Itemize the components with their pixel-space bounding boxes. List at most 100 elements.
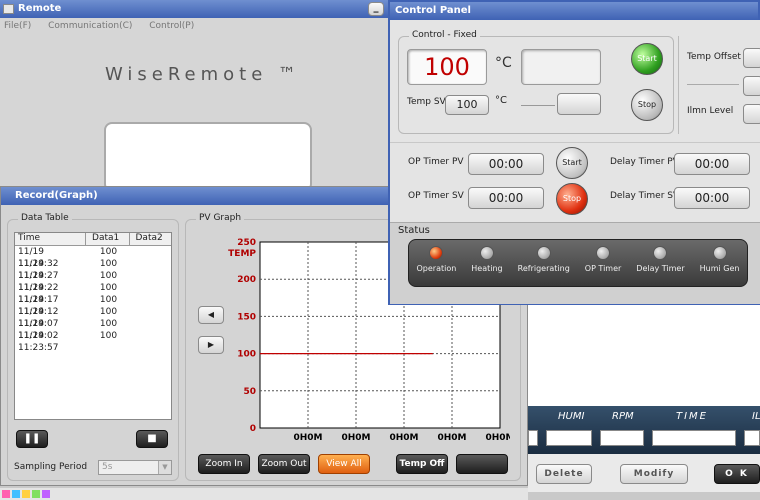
time-column-label: TIME xyxy=(676,411,709,422)
menu-file[interactable]: File(F) xyxy=(4,21,31,31)
ilmn-level-input[interactable] xyxy=(743,104,760,124)
sampling-period-select[interactable]: 5s ▼ xyxy=(98,460,172,475)
remote-window: Remote _ File(F) Communication(C) Contro… xyxy=(0,0,390,192)
remote-menu-bar: File(F) Communication(C) Control(P) xyxy=(0,18,390,34)
delete-button[interactable]: Delete xyxy=(536,464,592,484)
status-items: Operation Heating Refrigerating OP Timer Del… xyxy=(409,240,747,273)
table-cell: 100 xyxy=(99,271,118,281)
zoom-out-button[interactable]: Zoom Out xyxy=(258,454,310,474)
table-cell: 100 xyxy=(99,247,118,257)
aux-display xyxy=(521,49,601,85)
temp-sv-set-button[interactable] xyxy=(557,93,601,115)
temp-offset-label: Temp Offset xyxy=(687,52,741,62)
x-tick-label: 0H0M xyxy=(341,433,370,443)
table-row[interactable]: 11/19 11:24:27 100 xyxy=(15,258,171,281)
zoom-in-button[interactable]: Zoom In xyxy=(198,454,250,474)
status-section: Status Operation Heating Refrigerating OP T… xyxy=(390,222,760,304)
stop-button[interactable]: Stop xyxy=(631,89,663,121)
status-bar: Operation Heating Refrigerating OP Timer Del… xyxy=(408,239,748,287)
sampling-period-label: Sampling Period xyxy=(14,462,88,472)
rpm-column-label: RPM xyxy=(612,411,634,422)
ilmn-level-label: Ilmn Level xyxy=(687,106,734,116)
table-cell xyxy=(129,294,171,306)
data-table-group: Data Table Time Data1 Data2 11/19 11:24:… xyxy=(7,213,179,481)
menu-control[interactable]: Control(P) xyxy=(149,21,194,31)
blank-graph-button[interactable] xyxy=(456,454,508,474)
temp-sv-input[interactable]: 100 xyxy=(445,95,489,115)
table-cell: 11/19 11:23:57 xyxy=(18,331,59,353)
table-cell xyxy=(129,306,171,318)
column-time[interactable]: Time xyxy=(15,233,87,245)
column-data1[interactable]: Data1 xyxy=(86,233,130,245)
table-row[interactable]: 11/19 11:24:32 100 xyxy=(15,246,171,269)
offset-divider xyxy=(687,84,739,85)
table-cell xyxy=(129,282,171,294)
delay-timer-sv-label: Delay Timer SV xyxy=(610,191,680,201)
status-item: Heating xyxy=(471,246,503,273)
op-timer-start-button[interactable]: Start xyxy=(556,147,588,179)
temp-offset-input[interactable] xyxy=(743,48,760,68)
remote-title: Remote xyxy=(18,3,62,14)
data-entry-actions: Delete Modify O K xyxy=(528,454,760,492)
start-button[interactable]: Start xyxy=(631,43,663,75)
view-all-button[interactable]: View All xyxy=(318,454,370,474)
status-item: Operation xyxy=(416,246,456,273)
table-row[interactable]: 11/19 11:24:17 100 xyxy=(15,282,171,305)
offset-group: Temp Offset Ilmn Level xyxy=(678,36,760,134)
op-timer-sv-input[interactable]: 00:00 xyxy=(468,187,544,209)
palette-swatch xyxy=(2,490,10,498)
pv-value: 100 xyxy=(424,53,470,81)
pv-unit: °C xyxy=(495,55,512,71)
table-cell: 11/19 11:24:32 xyxy=(18,247,59,269)
table-row[interactable]: 11/19 11:24:02 100 xyxy=(15,318,171,341)
table-cell: 11/19 11:24:22 xyxy=(18,271,59,293)
table-header: Time Data1 Data2 xyxy=(15,233,171,246)
table-cell xyxy=(129,318,171,330)
humi-field[interactable] xyxy=(546,430,592,446)
palette-swatch xyxy=(22,490,30,498)
delay-timer-pv-display: 00:00 xyxy=(674,153,750,175)
palette-swatch xyxy=(42,490,50,498)
delay-timer-sv-input[interactable]: 00:00 xyxy=(674,187,750,209)
table-row[interactable]: 11/19 11:24:12 100 xyxy=(15,294,171,317)
minimize-button[interactable]: _ xyxy=(368,2,384,16)
data-table[interactable]: Time Data1 Data2 11/19 11:24:32 100 11/19 … xyxy=(14,232,172,420)
y-tick-label: 150 xyxy=(237,312,256,322)
offset-aux-input[interactable] xyxy=(743,76,760,96)
table-cell: 11/19 11:24:07 xyxy=(18,307,59,329)
table-row[interactable]: 11/19 11:24:07 100 xyxy=(15,306,171,329)
y-tick-label: 250 xyxy=(237,238,256,248)
temp-sv-unit: °C xyxy=(495,95,507,106)
op-timer-pv-display: 00:00 xyxy=(468,153,544,175)
rpm-field[interactable] xyxy=(600,430,644,446)
op-timer-stop-button[interactable]: Stop xyxy=(556,183,588,215)
ok-button[interactable]: O K xyxy=(714,464,760,484)
table-row[interactable]: 11/19 11:24:22 100 xyxy=(15,270,171,293)
temp-off-button[interactable]: Temp Off xyxy=(396,454,448,474)
control-upper-area: Control - Fixed 100 °C Temp SV 100 °C St… xyxy=(390,20,760,222)
pause-button[interactable]: ❚❚ xyxy=(16,430,48,448)
table-cell: 11/19 11:24:12 xyxy=(18,295,59,317)
status-item-label: OP Timer xyxy=(584,264,622,273)
data-table-label: Data Table xyxy=(18,213,72,223)
delay-timer-pv-label: Delay Timer PV xyxy=(610,157,679,167)
status-item-label: Operation xyxy=(416,264,457,273)
table-row[interactable]: 11/19 11:23:57 100 xyxy=(15,330,171,353)
column-data2[interactable]: Data2 xyxy=(130,233,171,245)
il-field[interactable] xyxy=(744,430,760,446)
menu-communication[interactable]: Communication(C) xyxy=(48,21,132,31)
humi-field-left[interactable] xyxy=(528,430,538,446)
status-item: Refrigerating xyxy=(518,246,570,273)
time-field[interactable] xyxy=(652,430,736,446)
status-label: Status xyxy=(398,225,430,236)
status-led-icon xyxy=(653,246,668,260)
humi-column-label: HUMI xyxy=(558,411,585,422)
control-panel-window: Control Panel Control - Fixed 100 °C Tem… xyxy=(388,0,760,305)
status-item: OP Timer xyxy=(584,246,622,273)
status-item-label: Humi Gen xyxy=(699,264,740,273)
status-item: Delay Timer xyxy=(636,246,685,273)
y-tick-label: 200 xyxy=(237,275,256,285)
y-tick-label: 100 xyxy=(237,350,256,360)
modify-button[interactable]: Modify xyxy=(620,464,688,484)
stop-record-button[interactable]: ■ xyxy=(136,430,168,448)
